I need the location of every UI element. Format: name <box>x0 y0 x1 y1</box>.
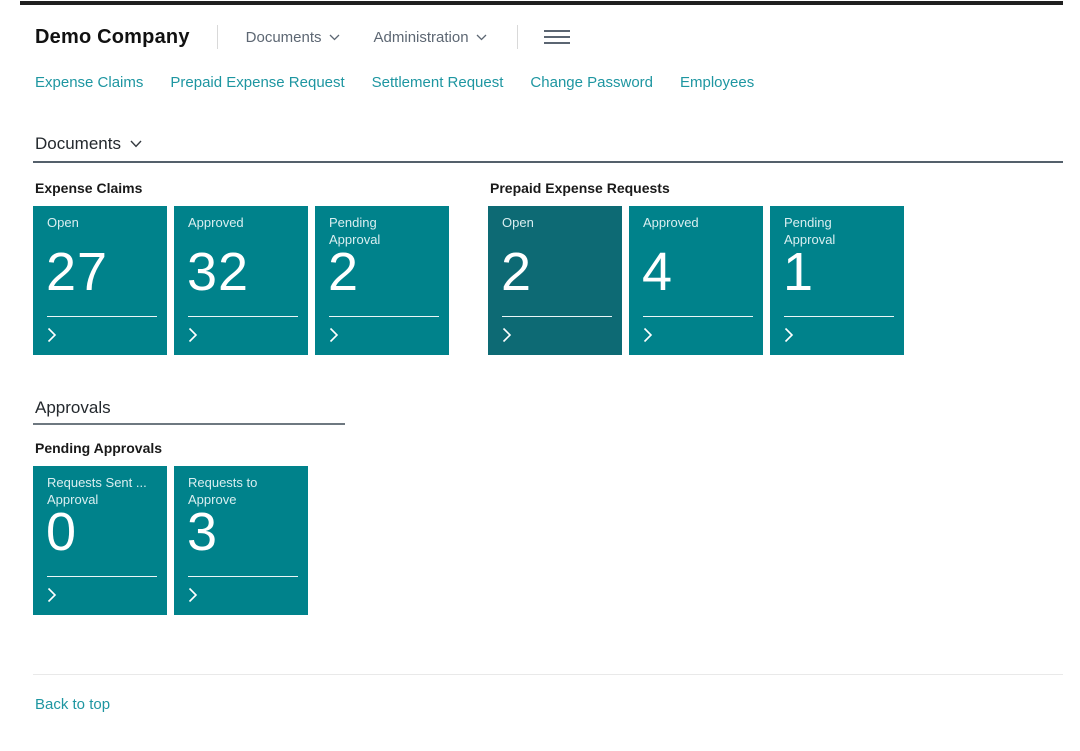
section-header-approvals: Approvals <box>35 398 111 418</box>
back-to-top-link[interactable]: Back to top <box>35 696 110 713</box>
tile-value: 32 <box>187 242 249 302</box>
top-menu-administration[interactable]: Administration <box>374 29 487 46</box>
chevron-right-icon <box>502 327 512 343</box>
tile-divider <box>502 316 612 317</box>
top-menu-documents-label: Documents <box>246 29 322 46</box>
group-title-pending-approvals: Pending Approvals <box>35 440 1063 456</box>
tile-label: Approved <box>643 214 757 231</box>
menu-icon <box>544 42 570 44</box>
tile-value: 1 <box>783 242 814 302</box>
tile-divider <box>329 316 439 317</box>
chevron-down-icon <box>130 140 142 148</box>
menu-icon <box>544 36 570 38</box>
section-title-label: Documents <box>35 134 121 154</box>
nav-link-settlement-request[interactable]: Settlement Request <box>372 74 504 91</box>
group-pending-approvals: Pending Approvals Requests Sent ... Appr… <box>33 440 1063 615</box>
tile-prepaid-open[interactable]: Open 2 <box>488 206 622 355</box>
group-title-prepaid-expense-requests: Prepaid Expense Requests <box>490 180 904 196</box>
tile-divider <box>47 316 157 317</box>
tile-requests-sent-for-approval[interactable]: Requests Sent ... Approval 0 <box>33 466 167 615</box>
tile-prepaid-approved[interactable]: Approved 4 <box>629 206 763 355</box>
chevron-right-icon <box>47 587 57 603</box>
header-divider <box>517 25 518 49</box>
group-expense-claims: Expense Claims Open 27 Approved 32 <box>33 180 449 355</box>
tile-expense-claims-pending-approval[interactable]: Pending Approval 2 <box>315 206 449 355</box>
chevron-right-icon <box>188 327 198 343</box>
tile-prepaid-pending-approval[interactable]: Pending Approval 1 <box>770 206 904 355</box>
tile-divider <box>784 316 894 317</box>
tile-label: Approved <box>188 214 302 231</box>
nav-link-prepaid-expense-request[interactable]: Prepaid Expense Request <box>170 74 344 91</box>
tile-requests-to-approve[interactable]: Requests to Approve 3 <box>174 466 308 615</box>
tile-divider <box>188 576 298 577</box>
group-prepaid-expense-requests: Prepaid Expense Requests Open 2 Approved… <box>488 180 904 355</box>
top-menu-administration-label: Administration <box>374 29 469 46</box>
top-accent-bar <box>20 1 1063 5</box>
tile-value: 27 <box>46 242 108 302</box>
chevron-down-icon <box>476 34 487 41</box>
chevron-right-icon <box>329 327 339 343</box>
section-divider <box>33 161 1063 163</box>
tile-label: Open <box>47 214 161 231</box>
chevron-right-icon <box>643 327 653 343</box>
nav-link-employees[interactable]: Employees <box>680 74 754 91</box>
group-title-expense-claims: Expense Claims <box>35 180 449 196</box>
top-menu-documents[interactable]: Documents <box>246 29 340 46</box>
header-divider <box>217 25 218 49</box>
chevron-right-icon <box>188 587 198 603</box>
chevron-down-icon <box>329 34 340 41</box>
role-center-content: Documents Expense Claims Open 27 Approve… <box>33 134 1063 714</box>
tile-label: Open <box>502 214 616 231</box>
tile-value: 4 <box>642 242 673 302</box>
tile-value: 3 <box>187 502 218 562</box>
tile-value: 0 <box>46 502 77 562</box>
bottom-divider <box>33 674 1063 675</box>
section-divider <box>33 423 345 425</box>
menu-icon <box>544 30 570 32</box>
section-header-documents[interactable]: Documents <box>35 134 142 154</box>
tile-expense-claims-open[interactable]: Open 27 <box>33 206 167 355</box>
chevron-right-icon <box>47 327 57 343</box>
nav-link-expense-claims[interactable]: Expense Claims <box>35 74 143 91</box>
nav-link-change-password[interactable]: Change Password <box>530 74 653 91</box>
tile-value: 2 <box>501 242 532 302</box>
tile-divider <box>47 576 157 577</box>
tile-expense-claims-approved[interactable]: Approved 32 <box>174 206 308 355</box>
company-name[interactable]: Demo Company <box>35 26 190 49</box>
tile-divider <box>643 316 753 317</box>
tile-divider <box>188 316 298 317</box>
section-title-label: Approvals <box>35 398 111 418</box>
tile-value: 2 <box>328 242 359 302</box>
chevron-right-icon <box>784 327 794 343</box>
quick-links-bar: Expense Claims Prepaid Expense Request S… <box>35 74 1063 91</box>
hamburger-menu-button[interactable] <box>542 26 572 48</box>
app-header: Demo Company Documents Administration <box>35 21 1063 53</box>
